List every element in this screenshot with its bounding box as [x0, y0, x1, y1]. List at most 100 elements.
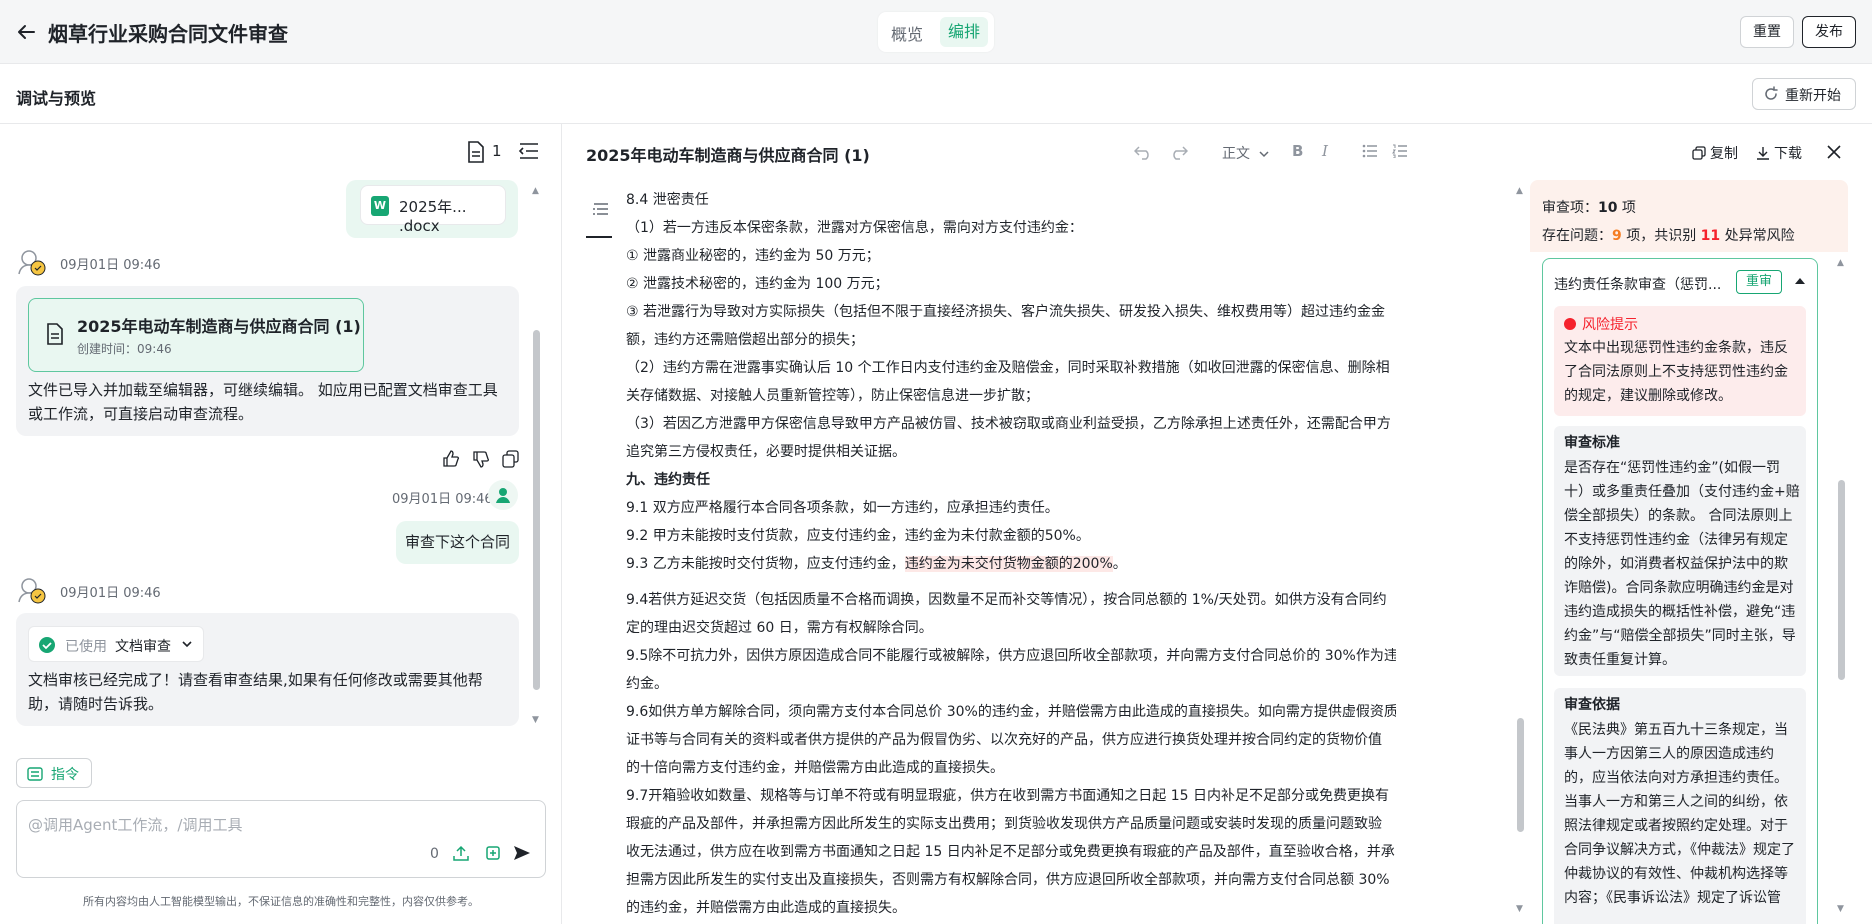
- debug-preview-bar: [0, 64, 1872, 124]
- close-icon[interactable]: [1826, 144, 1842, 160]
- scroll-down-icon[interactable]: ▼: [1837, 904, 1844, 914]
- chevron-down-icon: [1258, 149, 1270, 159]
- thumbs-down-icon: [473, 451, 490, 468]
- document-line: ① 泄露商业秘密的，违约金为 50 万元；: [626, 248, 880, 264]
- redo-icon[interactable]: [1170, 144, 1188, 160]
- document-line: 9.1 双方应严格履行本合同各项条款，如一方违约，应承担违约责任。: [626, 500, 1059, 516]
- outline-toggle-icon[interactable]: [590, 198, 612, 220]
- download-button[interactable]: 下载: [1756, 143, 1802, 163]
- review-items-summary: 审查项：10 项: [1542, 197, 1636, 217]
- chat-scrollbar[interactable]: [533, 330, 540, 690]
- undo-icon[interactable]: [1134, 144, 1152, 160]
- document-line: （1）若一方违反本保密条款，泄露对方保密信息，需向对方支付违约金：: [626, 220, 1083, 236]
- message-actions: [442, 450, 522, 468]
- scroll-up-icon[interactable]: ▲: [1516, 186, 1523, 196]
- bullet-list-icon[interactable]: [1362, 144, 1378, 158]
- command-icon: [27, 767, 43, 781]
- document-line: 关存储数据、对接触人员重新管控等），防止保密信息进一步扩散；: [626, 388, 1039, 404]
- collapse-caret-icon[interactable]: [1794, 276, 1806, 286]
- uploaded-file-chip[interactable]: W 2025年... .docx: [360, 185, 506, 235]
- numbered-list-icon[interactable]: [1392, 144, 1408, 158]
- document-line: 证书等与合同有关的资料或者供方提供的产品为假冒伪劣、以次充好的产品，供方应进行换…: [626, 732, 1382, 748]
- input-char-count: 0: [430, 846, 439, 862]
- scroll-down-icon[interactable]: ▼: [1516, 904, 1523, 914]
- send-icon[interactable]: [512, 844, 532, 862]
- standard-title: 审查标准: [1564, 435, 1620, 451]
- risk-count: 11: [1700, 228, 1721, 244]
- issues-label: 存在问题：: [1542, 228, 1612, 244]
- bold-button[interactable]: B: [1292, 142, 1303, 160]
- copy-icon: [502, 450, 519, 468]
- document-card-title: 2025年电动车制造商与供应商合同 (1): [77, 317, 361, 336]
- document-line: 9.4若供方延迟交货（包括因质量不合格而调换，因数量不足而补交等情况），按合同总…: [626, 592, 1387, 608]
- upload-icon[interactable]: [452, 844, 470, 862]
- restart-button[interactable]: 重新开始: [1752, 78, 1856, 110]
- document-line: （3）若因乙方泄露甲方保密信息导致甲方产品被仿冒、技术被窃取或商业利益受损，乙方…: [626, 416, 1391, 432]
- document-icon[interactable]: [466, 141, 486, 163]
- copy-icon: [1692, 146, 1706, 160]
- document-line: 约金。: [626, 676, 668, 692]
- issues-count: 9: [1612, 228, 1622, 244]
- copy-label: 复制: [1710, 146, 1738, 162]
- message-time: 09月01日 09:46: [392, 492, 493, 507]
- document-line: ② 泄露技术秘密的，违约金为 100 万元；: [626, 276, 889, 292]
- chat-input[interactable]: [16, 800, 546, 878]
- document-line: 额，违约方还需赔偿超出部分的损失；: [626, 332, 864, 348]
- re-review-button[interactable]: 重审: [1736, 270, 1782, 294]
- bot-avatar: [16, 246, 48, 278]
- scroll-up-icon[interactable]: ▲: [532, 186, 539, 196]
- document-line: 9.2 甲方未能按时支付货款，应支付违约金，违约金为未付款金额的50%。: [626, 528, 1090, 544]
- page-title: 烟草行业采购合同文件审查: [48, 22, 288, 46]
- issues-mid: 项，共识别: [1621, 228, 1701, 244]
- collapse-menu-icon[interactable]: [518, 141, 540, 161]
- document-line: 9.5除不可抗力外，因供方原因造成合同不能履行或被解除，供方应退回所收全部款项，…: [626, 648, 1396, 664]
- basis-title: 审查依据: [1564, 697, 1620, 713]
- document-line: 9.3 乙方未能按时交付货物，应支付违约金，违约金为未交付货物金额的200%。: [626, 550, 1396, 578]
- command-button[interactable]: 指令: [16, 758, 92, 788]
- tool-used-dropdown[interactable]: 已使用 文档审查: [28, 626, 204, 662]
- review-issues-summary: 存在问题：9 项，共识别 11 处异常风险: [1542, 225, 1795, 245]
- document-scrollbar[interactable]: [1517, 718, 1524, 832]
- copy-button[interactable]: 复制: [1692, 143, 1738, 163]
- check-circle-icon: [39, 637, 55, 653]
- attach-file-icon[interactable]: [484, 844, 502, 862]
- document-card-created: 创建时间：09:46: [77, 342, 172, 356]
- scroll-down-icon[interactable]: ▼: [532, 715, 539, 725]
- document-line: 瑕疵的产品及部件，并承担需方因此所发生的实际支出费用；到货验收发现供方产品质量问…: [626, 816, 1382, 832]
- highlighted-risk-text[interactable]: 违约金为未交付货物金额的200%: [904, 556, 1113, 572]
- review-items-count: 10: [1598, 200, 1618, 216]
- thumbs-up-icon: [443, 450, 460, 467]
- user-avatar: [488, 480, 518, 510]
- disclaimer: 所有内容均由人工智能模型输出，不保证信息的准确性和完整性，内容仅供参考。: [83, 895, 479, 908]
- document-heading: 九、违约责任: [626, 472, 710, 488]
- tool-name: 文档审查: [115, 639, 171, 655]
- document-line: 9.6如供方单方解除合同，须向需方支付本合同总价 30%的违约金，并赔偿需方由此…: [626, 704, 1396, 720]
- text-style-select[interactable]: 正文: [1222, 143, 1270, 163]
- document-line: ③ 若泄露行为导致对方实际损失（包括但不限于直接经济损失、客户流失损失、研发投入…: [626, 304, 1385, 320]
- text-style-value: 正文: [1222, 146, 1250, 162]
- bot-avatar: [16, 574, 48, 606]
- document-body[interactable]: 8.4 泄密责任 （1）若一方违反本保密条款，泄露对方保密信息，需向对方支付违约金…: [626, 186, 1396, 924]
- refresh-icon: [1763, 86, 1779, 102]
- document-line: 的十倍向需方支付违约金，并赔偿需方由此造成的直接损失。: [626, 760, 1004, 776]
- review-scrollbar[interactable]: [1838, 480, 1845, 680]
- review-item-title[interactable]: 违约责任条款审查（惩罚...: [1554, 274, 1721, 294]
- italic-button[interactable]: I: [1322, 142, 1328, 160]
- message-time: 09月01日 09:46: [60, 258, 161, 273]
- publish-button[interactable]: 发布: [1802, 16, 1856, 48]
- review-items-unit: 项: [1617, 200, 1636, 216]
- scroll-up-icon[interactable]: ▲: [1837, 258, 1844, 268]
- tab-orchestration[interactable]: 编排: [940, 17, 988, 47]
- user-message: 审查下这个合同: [396, 521, 519, 564]
- document-line: 9.7开箱验收如数量、规格等与订单不符或有明显瑕疵，供方在收到需方书面通知之日起…: [626, 788, 1389, 804]
- back-arrow-icon[interactable]: [14, 20, 38, 44]
- document-line: （2）违约方需在泄露事实确认后 10 个工作日内支付违约金及赔偿金，同时采取补救…: [626, 360, 1390, 376]
- outline-indicator: [586, 236, 612, 238]
- document-line: 定的理由迟交货超过 60 日，需方有权解除合同。: [626, 620, 933, 636]
- document-text: 。: [1112, 556, 1127, 572]
- reset-button[interactable]: 重置: [1740, 16, 1794, 48]
- risk-title-text: 风险提示: [1582, 317, 1638, 333]
- document-count: 1: [492, 142, 502, 160]
- tab-overview[interactable]: 概览: [891, 21, 923, 45]
- download-icon: [1756, 146, 1770, 160]
